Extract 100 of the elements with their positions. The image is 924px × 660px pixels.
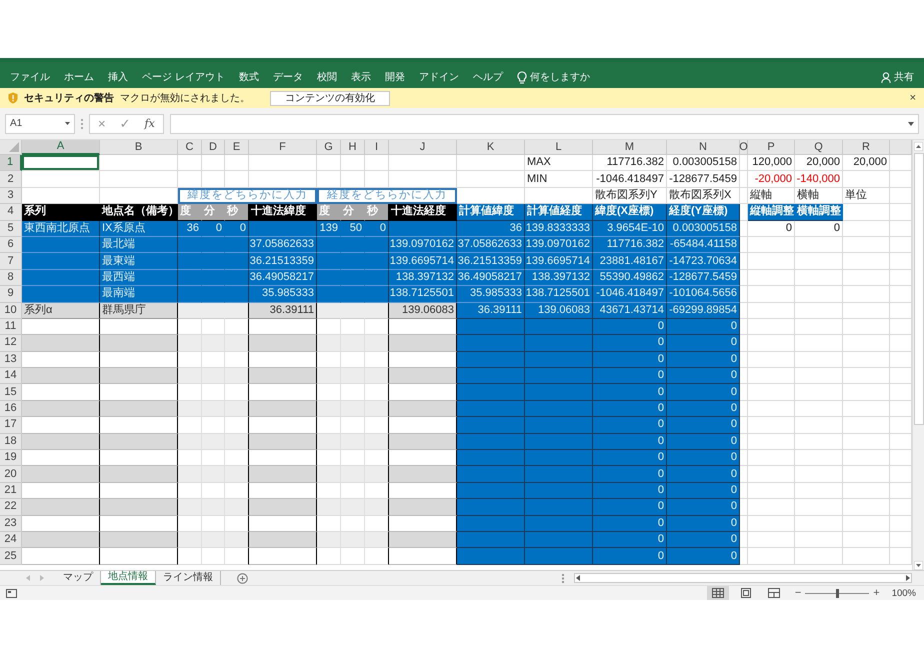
zoom-slider[interactable] bbox=[836, 588, 840, 598]
scroll-left-icon[interactable] bbox=[576, 575, 580, 581]
zoom-in-button[interactable]: + bbox=[869, 587, 884, 599]
column-header[interactable]: A bbox=[22, 140, 100, 155]
row-header[interactable]: 6 bbox=[0, 236, 22, 254]
column-header[interactable]: E bbox=[225, 140, 249, 155]
table-cell bbox=[225, 236, 249, 254]
name-box[interactable]: A1 bbox=[5, 114, 75, 134]
row-header[interactable]: 4 bbox=[0, 204, 22, 221]
column-header[interactable]: I bbox=[365, 140, 389, 155]
row-header[interactable]: 25 bbox=[0, 548, 22, 565]
row-header[interactable]: 1 bbox=[0, 155, 22, 172]
ribbon-tab[interactable]: 数式 bbox=[238, 70, 259, 84]
close-button[interactable]: × bbox=[910, 92, 916, 104]
row-header[interactable]: 8 bbox=[0, 270, 22, 286]
vertical-scrollbar[interactable] bbox=[912, 140, 924, 570]
table-cell bbox=[178, 466, 202, 483]
column-header[interactable]: F bbox=[249, 140, 317, 155]
row-header[interactable]: 22 bbox=[0, 499, 22, 516]
zoom-level[interactable]: 100% bbox=[892, 588, 916, 598]
macro-record-icon[interactable] bbox=[6, 588, 17, 598]
ribbon-tab[interactable]: 開発 bbox=[384, 70, 405, 84]
column-header[interactable]: D bbox=[202, 140, 225, 155]
ribbon-tab[interactable]: アドイン bbox=[418, 70, 459, 84]
row-header[interactable]: 23 bbox=[0, 516, 22, 532]
row-header[interactable]: 7 bbox=[0, 253, 22, 270]
formula-input[interactable] bbox=[170, 114, 919, 134]
ribbon-tab[interactable]: ヘルプ bbox=[472, 70, 503, 84]
table-cell: -20,000 bbox=[748, 171, 795, 188]
ribbon-tab[interactable]: ホーム bbox=[64, 70, 94, 84]
column-header[interactable]: H bbox=[341, 140, 365, 155]
column-header[interactable]: C bbox=[178, 140, 202, 155]
scroll-up-icon[interactable] bbox=[914, 142, 923, 151]
table-cell bbox=[249, 335, 317, 352]
table-cell bbox=[178, 253, 202, 270]
table-cell bbox=[341, 499, 365, 516]
scroll-down-icon[interactable] bbox=[914, 561, 923, 570]
column-header[interactable]: L bbox=[525, 140, 593, 155]
row-header[interactable]: 21 bbox=[0, 482, 22, 500]
horizontal-scrollbar[interactable] bbox=[574, 573, 912, 583]
enable-content-button[interactable]: コンテンツの有効化 bbox=[270, 90, 390, 106]
table-cell bbox=[317, 253, 341, 270]
row-header[interactable]: 9 bbox=[0, 286, 22, 303]
scroll-right-icon[interactable] bbox=[906, 575, 910, 581]
table-cell bbox=[225, 335, 249, 352]
ribbon-tab[interactable]: ファイル bbox=[10, 70, 50, 84]
row-header[interactable]: 14 bbox=[0, 368, 22, 384]
row-header[interactable]: 16 bbox=[0, 400, 22, 418]
table-cell: 最西端 bbox=[100, 270, 178, 286]
column-header[interactable]: N bbox=[667, 140, 740, 155]
column-header[interactable]: K bbox=[457, 140, 525, 155]
table-cell bbox=[341, 171, 365, 188]
row-header[interactable]: 2 bbox=[0, 171, 22, 188]
table-cell bbox=[389, 466, 457, 483]
tell-me-field[interactable]: 何をしますか bbox=[530, 70, 590, 84]
column-header[interactable]: O bbox=[740, 140, 748, 155]
column-header[interactable]: J bbox=[389, 140, 457, 155]
row-header[interactable]: 24 bbox=[0, 532, 22, 548]
ribbon-tab[interactable]: ページ レイアウト bbox=[142, 70, 225, 84]
row-header[interactable]: 10 bbox=[0, 302, 22, 319]
table-cell bbox=[457, 318, 525, 336]
table-cell bbox=[317, 318, 341, 336]
table-cell: 最南端 bbox=[100, 286, 178, 303]
caret-icon bbox=[65, 122, 70, 125]
column-header[interactable]: B bbox=[100, 140, 178, 155]
column-header[interactable]: M bbox=[593, 140, 667, 155]
table-cell: 0 bbox=[667, 434, 740, 450]
share-button[interactable]: 共有 bbox=[894, 70, 914, 84]
page-break-view-icon bbox=[768, 588, 780, 598]
add-sheet-icon[interactable] bbox=[237, 572, 248, 584]
row-header[interactable]: 15 bbox=[0, 384, 22, 401]
zoom-out-button[interactable]: − bbox=[790, 587, 806, 599]
row-header[interactable]: 13 bbox=[0, 352, 22, 368]
ribbon-tab[interactable]: 挿入 bbox=[108, 70, 128, 84]
row-header[interactable]: 12 bbox=[0, 335, 22, 352]
ribbon-tab[interactable]: 表示 bbox=[350, 70, 371, 84]
table-cell bbox=[178, 352, 202, 368]
row-header[interactable]: 3 bbox=[0, 188, 22, 204]
active-cell[interactable] bbox=[22, 155, 100, 172]
ribbon-tab[interactable]: データ bbox=[272, 70, 303, 84]
table-cell: 0 bbox=[667, 400, 740, 418]
row-header[interactable]: 5 bbox=[0, 220, 22, 237]
table-cell bbox=[317, 532, 341, 548]
table-cell bbox=[843, 417, 890, 434]
sheet-tab[interactable]: 地点情報 bbox=[101, 571, 156, 585]
row-header[interactable]: 20 bbox=[0, 466, 22, 483]
column-header[interactable]: G bbox=[317, 140, 341, 155]
view-button[interactable] bbox=[706, 586, 729, 600]
insert-function-button[interactable]: fx bbox=[144, 117, 155, 130]
row-header[interactable]: 18 bbox=[0, 434, 22, 450]
table-cell bbox=[365, 302, 389, 319]
column-header[interactable]: Q bbox=[795, 140, 843, 155]
row-header[interactable]: 17 bbox=[0, 417, 22, 434]
column-header[interactable]: P bbox=[748, 140, 795, 155]
ribbon-tab[interactable]: 校閲 bbox=[316, 70, 337, 84]
row-header[interactable]: 11 bbox=[0, 318, 22, 336]
row-header[interactable]: 19 bbox=[0, 450, 22, 466]
column-header[interactable]: R bbox=[843, 140, 890, 155]
table-cell bbox=[843, 548, 890, 565]
table-cell bbox=[457, 335, 525, 352]
